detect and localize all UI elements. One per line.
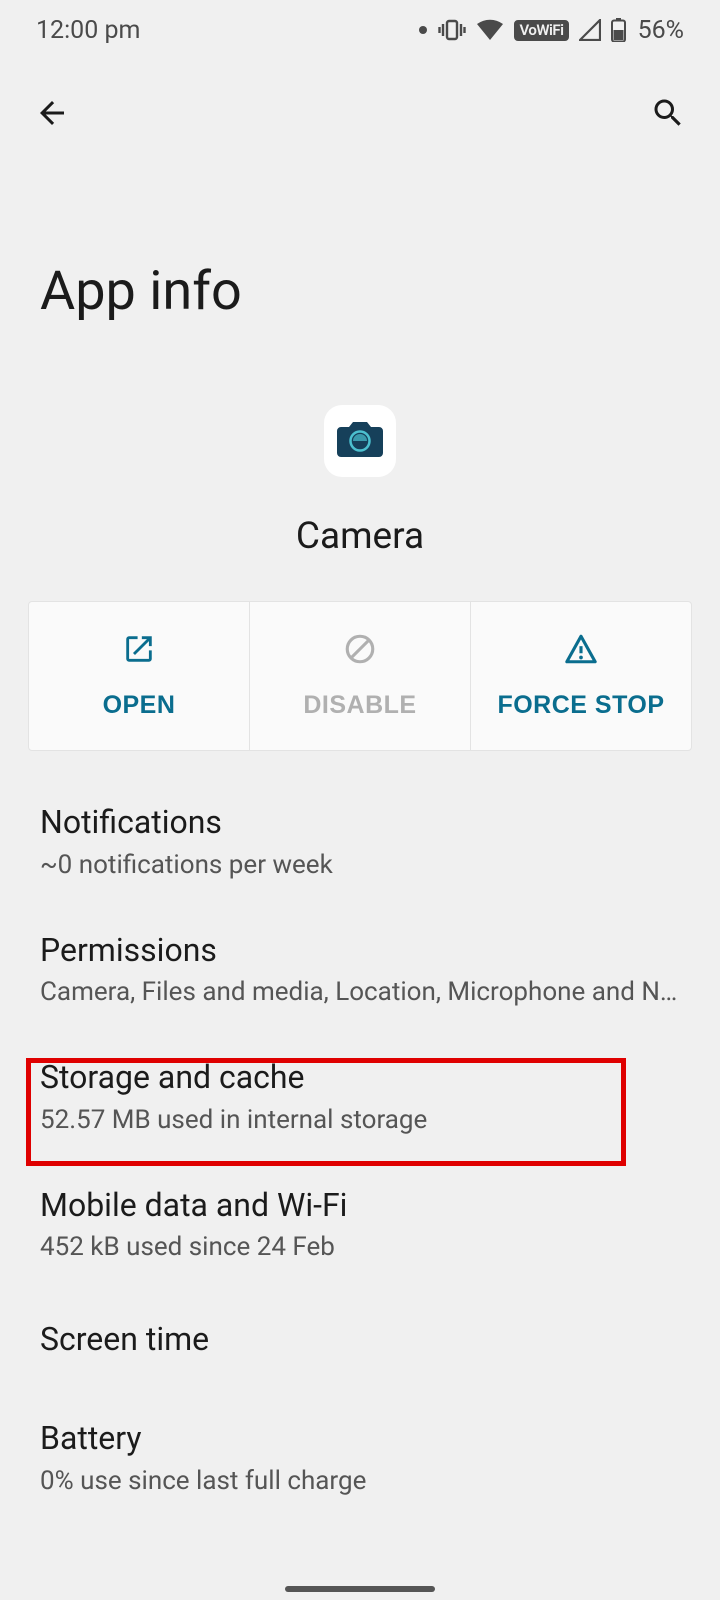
clock: 12:00 pm — [36, 16, 140, 45]
vowifi-icon: VoWiFi — [514, 20, 568, 41]
vibrate-icon — [438, 19, 466, 41]
setting-mobile-data[interactable]: Mobile data and Wi-Fi 452 kB used since … — [0, 1160, 720, 1288]
setting-title: Mobile data and Wi-Fi — [40, 1185, 680, 1227]
force-stop-label: FORCE STOP — [497, 691, 664, 720]
back-arrow-icon — [34, 95, 70, 134]
battery-icon — [611, 18, 626, 42]
app-icon — [324, 405, 396, 477]
setting-subtitle: 0% use since last full charge — [40, 1466, 680, 1496]
search-icon — [650, 95, 686, 134]
back-button[interactable] — [28, 90, 76, 138]
dot-icon — [418, 25, 428, 35]
setting-title: Screen time — [40, 1319, 680, 1361]
setting-subtitle: ~0 notifications per week — [40, 850, 680, 880]
setting-title: Battery — [40, 1418, 680, 1460]
setting-title: Notifications — [40, 802, 680, 844]
wifi-icon — [476, 19, 504, 41]
setting-battery[interactable]: Battery 0% use since last full charge — [0, 1393, 720, 1521]
camera-icon — [337, 419, 383, 463]
action-row: OPEN DISABLE FORCE STOP — [28, 601, 692, 751]
warning-icon — [564, 632, 598, 673]
status-bar: 12:00 pm VoWiFi 56 — [0, 0, 720, 60]
setting-title: Permissions — [40, 930, 680, 972]
open-icon — [122, 632, 156, 673]
setting-title: Storage and cache — [40, 1057, 680, 1099]
setting-notifications[interactable]: Notifications ~0 notifications per week — [0, 777, 720, 905]
battery-percent: 56% — [638, 16, 684, 45]
disable-button[interactable]: DISABLE — [250, 602, 471, 750]
open-button[interactable]: OPEN — [29, 602, 250, 750]
setting-subtitle: 452 kB used since 24 Feb — [40, 1232, 680, 1262]
setting-subtitle: 52.57 MB used in internal storage — [40, 1105, 680, 1135]
force-stop-button[interactable]: FORCE STOP — [471, 602, 691, 750]
setting-storage[interactable]: Storage and cache 52.57 MB used in inter… — [0, 1032, 720, 1160]
toolbar — [0, 60, 720, 168]
disable-icon — [343, 632, 377, 673]
setting-permissions[interactable]: Permissions Camera, Files and media, Loc… — [0, 905, 720, 1033]
page-title: App info — [0, 168, 720, 323]
setting-subtitle: Camera, Files and media, Location, Micro… — [40, 977, 680, 1007]
search-button[interactable] — [644, 90, 692, 138]
nav-handle[interactable] — [285, 1586, 435, 1592]
signal-icon — [579, 19, 601, 41]
app-name: Camera — [296, 515, 424, 558]
disable-label: DISABLE — [303, 691, 416, 720]
settings-list: Notifications ~0 notifications per week … — [0, 777, 720, 1521]
open-label: OPEN — [103, 691, 176, 720]
status-icons: VoWiFi 56% — [418, 16, 684, 45]
setting-screen-time[interactable]: Screen time — [0, 1287, 720, 1393]
app-header: Camera — [0, 405, 720, 558]
